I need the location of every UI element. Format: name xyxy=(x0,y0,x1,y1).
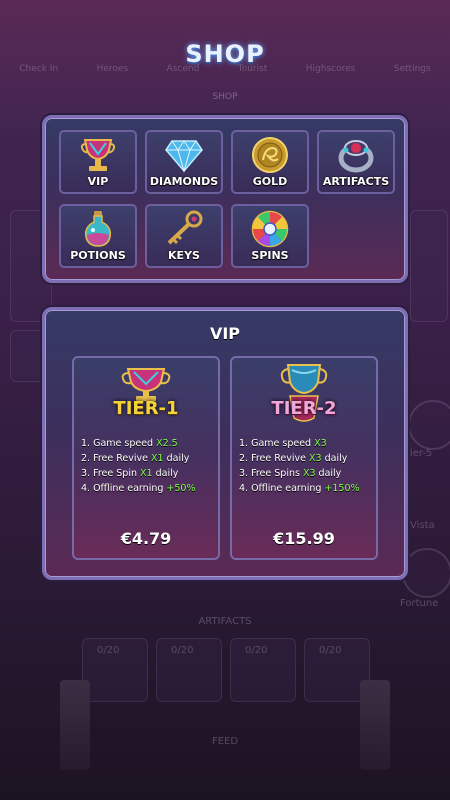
bg-label: Fortune xyxy=(400,598,439,609)
bg-slot: 0/20 xyxy=(304,638,370,702)
tier-1-trophy-icon xyxy=(74,366,218,402)
category-panel: VIP DIAMONDS GOLD ARTIFACTS POTIONS KEYS… xyxy=(42,115,408,283)
bg-badge xyxy=(402,548,450,598)
key-icon xyxy=(147,210,221,248)
perk-item: 1. Game speed X2.5 xyxy=(81,438,178,449)
trophy-icon xyxy=(61,136,135,174)
perk-item: 3. Free Spins X3 daily xyxy=(239,468,342,479)
bg-slot: 0/20 xyxy=(230,638,296,702)
category-label: GOLD xyxy=(252,175,288,188)
category-diamonds-button[interactable]: DIAMONDS xyxy=(145,130,223,194)
bg-label: Vista xyxy=(410,520,435,531)
category-artifacts-button[interactable]: ARTIFACTS xyxy=(317,130,395,194)
page-title: SHOP xyxy=(185,40,265,68)
category-label: SPINS xyxy=(251,249,289,262)
bg-badge xyxy=(408,400,450,450)
category-label: VIP xyxy=(87,175,109,188)
perk-item: 2. Free Revive X1 daily xyxy=(81,453,190,464)
diamond-icon xyxy=(147,136,221,174)
category-vip-button[interactable]: VIP xyxy=(59,130,137,194)
perk-item: 1. Game speed X3 xyxy=(239,438,327,449)
vip-tier-2-card[interactable]: TIER-2 1. Game speed X3 2. Free Revive X… xyxy=(230,356,378,560)
tier-1-perk-list: 1. Game speed X2.5 2. Free Revive X1 dai… xyxy=(81,436,196,496)
tier-1-name: TIER-1 xyxy=(113,398,179,419)
category-gold-button[interactable]: GOLD xyxy=(231,130,309,194)
category-keys-button[interactable]: KEYS xyxy=(145,204,223,268)
vip-panel: VIP TIER-1 1. Game speed X2.5 2. Free Re… xyxy=(42,307,408,580)
bg-label: Tier-5 xyxy=(404,448,433,459)
bg-slot: 0/20 xyxy=(82,638,148,702)
perk-item: 2. Free Revive X3 daily xyxy=(239,453,348,464)
bg-pillar xyxy=(60,680,90,770)
category-label: KEYS xyxy=(168,249,200,262)
category-potions-button[interactable]: POTIONS xyxy=(59,204,137,268)
perk-item: 4. Offline earning +50% xyxy=(81,483,196,494)
tier-1-price: €4.79 xyxy=(120,529,172,548)
tier-2-perk-list: 1. Game speed X3 2. Free Revive X3 daily… xyxy=(239,436,360,496)
tier-2-name: TIER-2 xyxy=(271,398,337,419)
bg-shop-label: SHOP xyxy=(212,92,238,102)
bg-label: ARTIFACTS xyxy=(198,616,252,627)
tier-2-price: €15.99 xyxy=(273,529,335,548)
category-label: DIAMONDS xyxy=(149,175,219,188)
vip-title: VIP xyxy=(209,324,241,343)
bg-slot: 0/20 xyxy=(156,638,222,702)
perk-item: 4. Offline earning +150% xyxy=(239,483,360,494)
gold-coin-icon xyxy=(233,136,307,174)
bg-label: FEED xyxy=(211,736,239,747)
category-label: POTIONS xyxy=(70,249,126,262)
ring-icon xyxy=(319,136,393,174)
vip-tier-1-card[interactable]: TIER-1 1. Game speed X2.5 2. Free Revive… xyxy=(72,356,220,560)
category-label: ARTIFACTS xyxy=(322,175,390,188)
perk-item: 3. Free Spin X1 daily xyxy=(81,468,179,479)
potion-icon xyxy=(61,210,135,248)
spin-wheel-icon xyxy=(233,210,307,248)
category-spins-button[interactable]: SPINS xyxy=(231,204,309,268)
bg-pillar xyxy=(360,680,390,770)
bg-panel xyxy=(410,210,448,322)
